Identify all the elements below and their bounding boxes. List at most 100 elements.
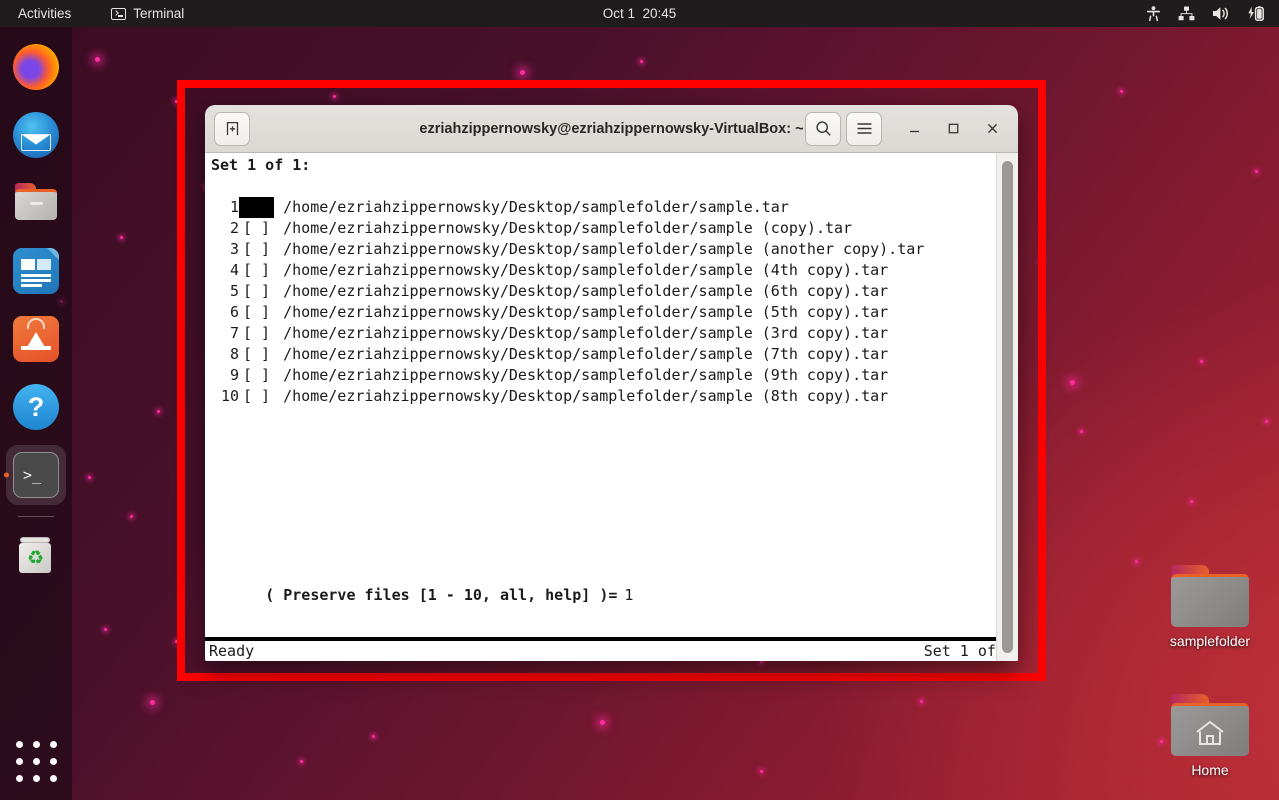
dock-item-ubuntu-software[interactable] xyxy=(6,309,66,369)
home-folder-icon xyxy=(1171,694,1249,756)
desktop-icon-label: samplefolder xyxy=(1150,633,1270,649)
scrollbar-thumb[interactable] xyxy=(1002,161,1013,653)
file-row-number: 9 xyxy=(209,365,239,386)
file-row-checkbox[interactable]: [ ] xyxy=(239,344,274,365)
file-row[interactable]: 9[ ] /home/ezriahzippernowsky/Desktop/sa… xyxy=(209,365,988,386)
file-row-checkbox[interactable]: [ ] xyxy=(239,302,274,323)
grid-dot xyxy=(33,741,40,748)
file-row-checkbox[interactable]: [ ] xyxy=(239,365,274,386)
file-row-number: 10 xyxy=(209,386,239,407)
system-tray[interactable] xyxy=(1146,6,1265,22)
file-row-path: /home/ezriahzippernowsky/Desktop/samplef… xyxy=(274,239,924,260)
file-row-number: 3 xyxy=(209,239,239,260)
star-speck xyxy=(1255,170,1258,173)
file-row-checkbox[interactable]: [ ] xyxy=(239,323,274,344)
minimize-button[interactable] xyxy=(897,112,931,146)
terminal-content[interactable]: Set 1 of 1: 1[ ] /home/ezriahzippernowsk… xyxy=(205,153,1018,661)
desktop-icon-home[interactable]: Home xyxy=(1150,694,1270,778)
dock-item-libreoffice-writer[interactable] xyxy=(6,241,66,301)
file-row-checkbox[interactable]: [ ] xyxy=(239,218,274,239)
app-menu-terminal[interactable]: Terminal xyxy=(111,6,184,21)
star-speck xyxy=(372,735,375,738)
top-bar: Activities Terminal Oct 1 20:45 xyxy=(0,0,1279,27)
file-row[interactable]: 10[ ] /home/ezriahzippernowsky/Desktop/s… xyxy=(209,386,988,407)
prompt-line[interactable]: ( Preserve files [1 - 10, all, help] )=1 xyxy=(211,564,633,627)
file-row-number: 5 xyxy=(209,281,239,302)
star-speck xyxy=(104,628,107,631)
star-speck xyxy=(300,760,303,763)
terminal-scrollbar[interactable] xyxy=(996,153,1018,661)
file-row[interactable]: 8[ ] /home/ezriahzippernowsky/Desktop/sa… xyxy=(209,344,988,365)
new-tab-button[interactable] xyxy=(214,112,250,146)
close-button[interactable] xyxy=(975,112,1009,146)
clock[interactable]: Oct 1 20:45 xyxy=(603,6,677,21)
prompt-question: ( Preserve files [1 - 10, all, help] )= xyxy=(265,586,617,604)
star-speck xyxy=(157,410,160,413)
libreoffice-writer-icon xyxy=(13,248,59,294)
file-row-checkbox[interactable]: [ ] xyxy=(239,197,274,218)
status-left: Ready xyxy=(209,641,254,662)
network-icon[interactable] xyxy=(1178,6,1195,21)
star-speck xyxy=(1120,90,1123,93)
file-row[interactable]: 2[ ] /home/ezriahzippernowsky/Desktop/sa… xyxy=(209,218,988,239)
grid-dot xyxy=(16,741,23,748)
file-row[interactable]: 6[ ] /home/ezriahzippernowsky/Desktop/sa… xyxy=(209,302,988,323)
star-speck xyxy=(150,700,155,705)
desktop-icon-samplefolder[interactable]: samplefolder xyxy=(1150,565,1270,649)
terminal-app-icon: >_ xyxy=(13,452,59,498)
file-row[interactable]: 4[ ] /home/ezriahzippernowsky/Desktop/sa… xyxy=(209,260,988,281)
thunderbird-icon xyxy=(13,112,59,158)
window-controls xyxy=(805,112,1009,146)
star-speck xyxy=(760,770,763,773)
trash-icon: ♻ xyxy=(13,533,59,579)
hamburger-menu-button[interactable] xyxy=(846,112,882,146)
file-row[interactable]: 1[ ] /home/ezriahzippernowsky/Desktop/sa… xyxy=(209,197,988,218)
file-row-number: 7 xyxy=(209,323,239,344)
file-row-checkbox[interactable]: [ ] xyxy=(239,239,274,260)
file-row-checkbox[interactable]: [ ] xyxy=(239,260,274,281)
maximize-button[interactable] xyxy=(936,112,970,146)
ubuntu-software-icon xyxy=(13,316,59,362)
show-applications-button[interactable] xyxy=(13,738,59,784)
star-speck xyxy=(95,57,100,62)
star-speck xyxy=(520,70,525,75)
star-speck xyxy=(1200,360,1203,363)
star-speck xyxy=(640,60,643,63)
grid-dot xyxy=(33,775,40,782)
dock: ? >_ ♻ xyxy=(0,27,72,800)
search-button[interactable] xyxy=(805,112,841,146)
file-row-checkbox[interactable]: [ ] xyxy=(239,281,274,302)
prompt-answer: 1 xyxy=(617,586,633,604)
dock-item-trash[interactable]: ♻ xyxy=(6,526,66,586)
file-row-checkbox[interactable]: [ ] xyxy=(239,386,274,407)
file-row-path: /home/ezriahzippernowsky/Desktop/samplef… xyxy=(274,260,888,281)
terminal-icon xyxy=(111,8,126,20)
grid-dot xyxy=(50,741,57,748)
dock-item-thunderbird[interactable] xyxy=(6,105,66,165)
file-row-path: /home/ezriahzippernowsky/Desktop/samplef… xyxy=(274,197,789,218)
file-row-path: /home/ezriahzippernowsky/Desktop/samplef… xyxy=(274,365,888,386)
help-icon: ? xyxy=(13,384,59,430)
volume-icon[interactable] xyxy=(1212,6,1230,21)
star-speck xyxy=(1070,380,1075,385)
star-speck xyxy=(1190,500,1193,503)
activities-button[interactable]: Activities xyxy=(18,6,71,21)
app-menu-label: Terminal xyxy=(133,6,184,21)
file-row-number: 6 xyxy=(209,302,239,323)
file-row[interactable]: 5[ ] /home/ezriahzippernowsky/Desktop/sa… xyxy=(209,281,988,302)
spacer xyxy=(209,176,988,197)
file-list: 1[ ] /home/ezriahzippernowsky/Desktop/sa… xyxy=(209,197,988,407)
battery-icon[interactable] xyxy=(1247,6,1265,22)
dock-item-terminal[interactable]: >_ xyxy=(6,445,66,505)
dock-item-files[interactable] xyxy=(6,173,66,233)
file-row[interactable]: 3[ ] /home/ezriahzippernowsky/Desktop/sa… xyxy=(209,239,988,260)
dock-item-firefox[interactable] xyxy=(6,37,66,97)
file-row[interactable]: 7[ ] /home/ezriahzippernowsky/Desktop/sa… xyxy=(209,323,988,344)
file-row-path: /home/ezriahzippernowsky/Desktop/samplef… xyxy=(274,218,852,239)
file-row-number: 1 xyxy=(209,197,239,218)
dock-item-help[interactable]: ? xyxy=(6,377,66,437)
star-speck xyxy=(1135,560,1138,563)
accessibility-icon[interactable] xyxy=(1146,6,1161,22)
file-row-number: 8 xyxy=(209,344,239,365)
star-speck xyxy=(920,700,923,703)
